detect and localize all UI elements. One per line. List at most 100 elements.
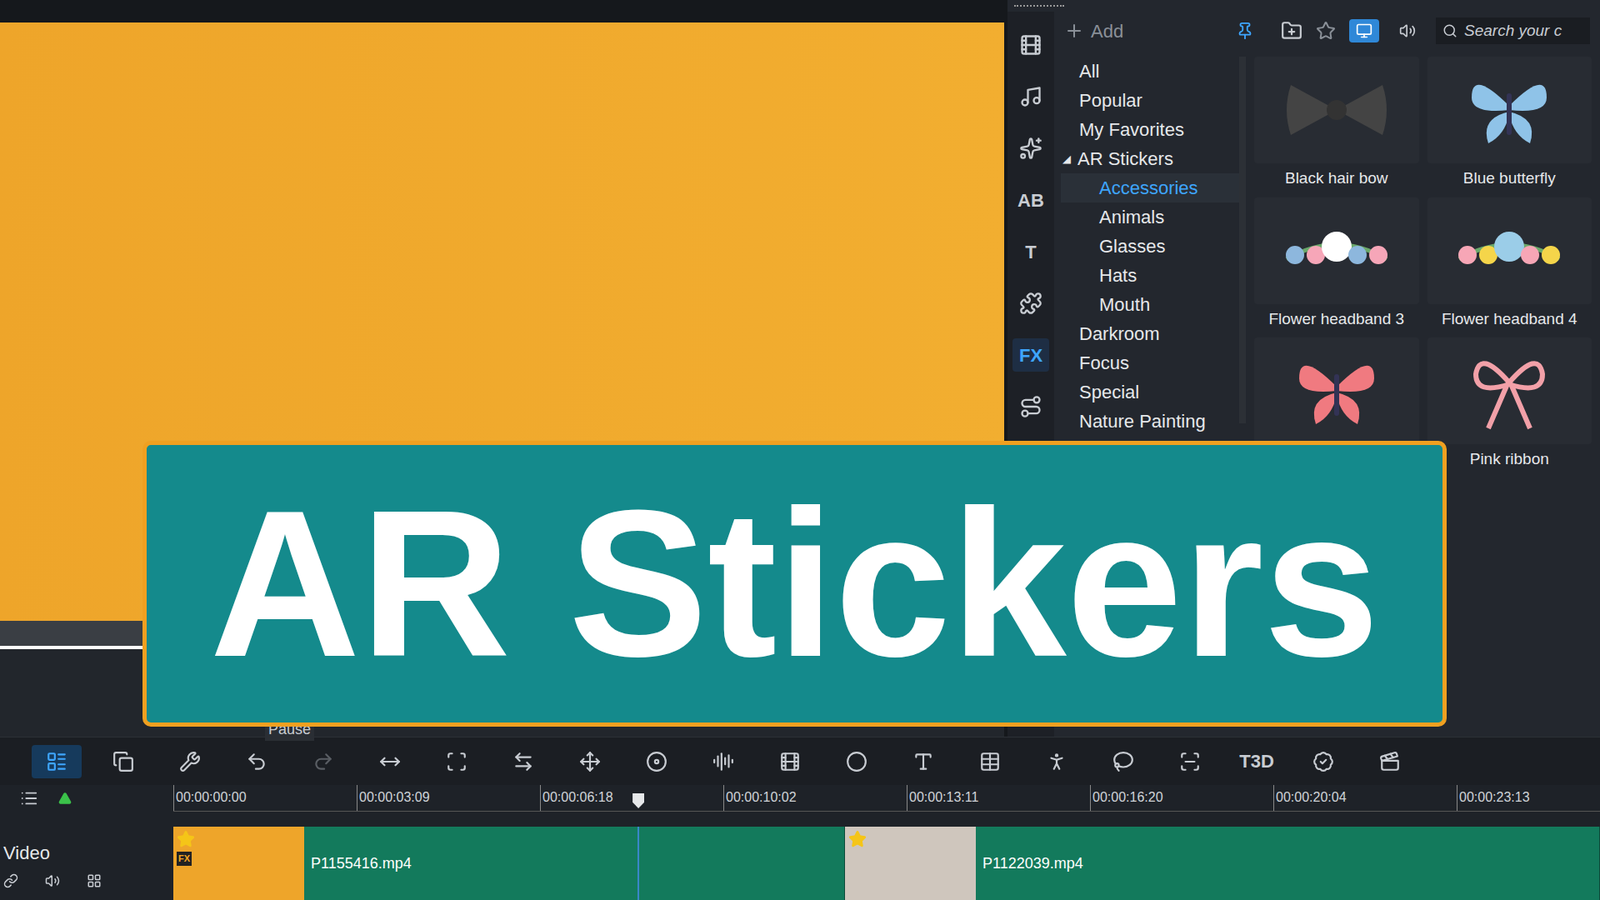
star-icon[interactable] — [1315, 20, 1336, 41]
category-item[interactable]: Special — [1060, 377, 1240, 407]
ruler-tick: 00:00:23:13 — [1456, 785, 1600, 811]
toolbar-button[interactable] — [365, 745, 415, 779]
toolbar-button[interactable] — [1031, 745, 1082, 779]
title-banner: AR Stickers — [142, 440, 1447, 727]
view-toggle[interactable] — [1349, 19, 1380, 43]
side-tab[interactable] — [1012, 28, 1050, 62]
category-item[interactable]: Hats — [1060, 260, 1240, 290]
toolbar-button[interactable] — [698, 745, 749, 779]
side-tab[interactable]: T — [1012, 235, 1050, 269]
toolbar-button[interactable] — [431, 745, 482, 779]
category-item[interactable]: Darkroom — [1060, 319, 1240, 349]
tool-icon — [712, 750, 735, 773]
view-toggle[interactable] — [1392, 19, 1423, 43]
butterfly-icon — [1274, 349, 1400, 433]
tab-icon — [1019, 136, 1043, 160]
track-list-icon[interactable] — [20, 789, 39, 808]
grid-icon[interactable] — [86, 873, 102, 889]
category-item[interactable]: Animals — [1060, 202, 1240, 232]
tool-icon — [912, 750, 935, 773]
toolbar-button[interactable] — [831, 745, 882, 779]
tool-icon — [1112, 750, 1135, 773]
video-track: VideoFXP1155416.mp4P1122039.mp4 — [0, 826, 1600, 900]
search-icon — [1442, 23, 1458, 39]
tool-icon — [1045, 750, 1068, 773]
toolbar: T3D — [0, 736, 1600, 785]
side-tab[interactable] — [1012, 80, 1050, 114]
expand-arrow[interactable]: ◢ — [1062, 150, 1071, 168]
panel-handle[interactable] — [1007, 0, 1600, 12]
category-item[interactable]: ◢AR Stickers — [1060, 144, 1240, 174]
category-item[interactable]: My Favorites — [1060, 115, 1240, 145]
toolbar-button[interactable] — [1165, 745, 1215, 779]
search-field[interactable]: Search your c — [1435, 17, 1590, 45]
tool-icon — [1379, 750, 1401, 773]
sticker-card[interactable]: Blue butterfly — [1427, 56, 1593, 191]
toolbar-button[interactable] — [498, 745, 549, 779]
tool-icon — [779, 750, 801, 773]
sticker-card[interactable]: Black hair bow — [1254, 56, 1420, 191]
tool-icon — [379, 750, 401, 773]
add-button[interactable]: Add — [1064, 17, 1223, 45]
toolbar-button[interactable] — [298, 745, 349, 779]
pin-icon[interactable] — [1235, 21, 1255, 40]
toolbar-button[interactable] — [565, 745, 615, 779]
category-item[interactable]: Mouth — [1060, 290, 1240, 320]
sticker-card[interactable]: Flower headband 3 — [1254, 197, 1420, 332]
tool-icon — [645, 750, 668, 773]
sticker-card[interactable]: Pink ribbon — [1427, 337, 1593, 472]
star-badge-icon — [848, 830, 867, 849]
tool-icon — [112, 750, 135, 773]
toolbar-button[interactable] — [765, 745, 815, 779]
timeline-ruler: 00:00:00:0000:00:03:0900:00:06:1800:00:1… — [0, 785, 1600, 812]
tool-icon — [445, 750, 468, 773]
toolbar-button[interactable] — [898, 745, 949, 779]
category-item[interactable]: Accessories — [1060, 173, 1240, 203]
toolbar-button[interactable] — [631, 745, 682, 779]
toolbar-button[interactable]: T3D — [1231, 745, 1282, 779]
sticker-card[interactable]: Flower headband 4 — [1427, 197, 1593, 332]
clip[interactable]: FXP1155416.mp4 — [173, 826, 845, 900]
clip-thumbnail — [845, 826, 976, 900]
toolbar-button[interactable] — [965, 745, 1015, 779]
toolbar-button[interactable] — [31, 745, 82, 779]
speaker-icon[interactable] — [45, 873, 60, 889]
category-item[interactable]: Glasses — [1060, 231, 1240, 261]
ruler-tick: 00:00:20:04 — [1273, 785, 1457, 811]
side-tab[interactable]: FX — [1012, 338, 1050, 372]
side-tab[interactable] — [1012, 286, 1050, 320]
side-tab[interactable] — [1012, 131, 1050, 165]
video-editor: AB T FX Add Search your c AllPopularMy Favori… — [0, 0, 1600, 900]
tab-icon — [1019, 85, 1043, 109]
category-item[interactable]: Nature Painting — [1060, 406, 1240, 436]
toolbar-button[interactable] — [1098, 745, 1149, 779]
playhead-marker[interactable] — [632, 793, 645, 809]
tool-icon — [1312, 750, 1335, 773]
toolbar-button[interactable] — [1298, 745, 1349, 779]
link-icon[interactable] — [3, 873, 19, 889]
butterfly-icon — [1446, 68, 1572, 152]
category-item[interactable]: All — [1060, 56, 1240, 86]
folder-plus-icon[interactable] — [1280, 20, 1303, 42]
playhead-line — [637, 826, 640, 900]
flower-headband-icon — [1274, 209, 1400, 293]
clip-thumbnail: FX — [173, 826, 305, 900]
tool-icon — [1179, 750, 1201, 773]
side-tab[interactable]: AB — [1012, 183, 1050, 217]
ribbon-icon — [1446, 349, 1572, 433]
tab-icon — [1019, 395, 1043, 419]
side-tab[interactable] — [1012, 390, 1050, 424]
toolbar-button[interactable] — [231, 745, 282, 779]
category-item[interactable]: Popular — [1060, 85, 1240, 115]
zoom-icon[interactable] — [58, 791, 72, 805]
library-header: Add Search your c — [1054, 11, 1600, 50]
category-scrollbar[interactable] — [1239, 56, 1246, 424]
toolbar-button[interactable] — [1365, 745, 1415, 779]
toolbar-button[interactable] — [165, 745, 215, 779]
toolbar-button[interactable] — [98, 745, 149, 779]
clip[interactable]: P1122039.mp4 — [845, 826, 1600, 900]
ruler-tick: 00:00:03:09 — [356, 785, 540, 811]
tab-icon — [1019, 291, 1043, 315]
category-item[interactable]: Focus — [1060, 348, 1240, 378]
clip-badge: FX — [176, 851, 192, 866]
